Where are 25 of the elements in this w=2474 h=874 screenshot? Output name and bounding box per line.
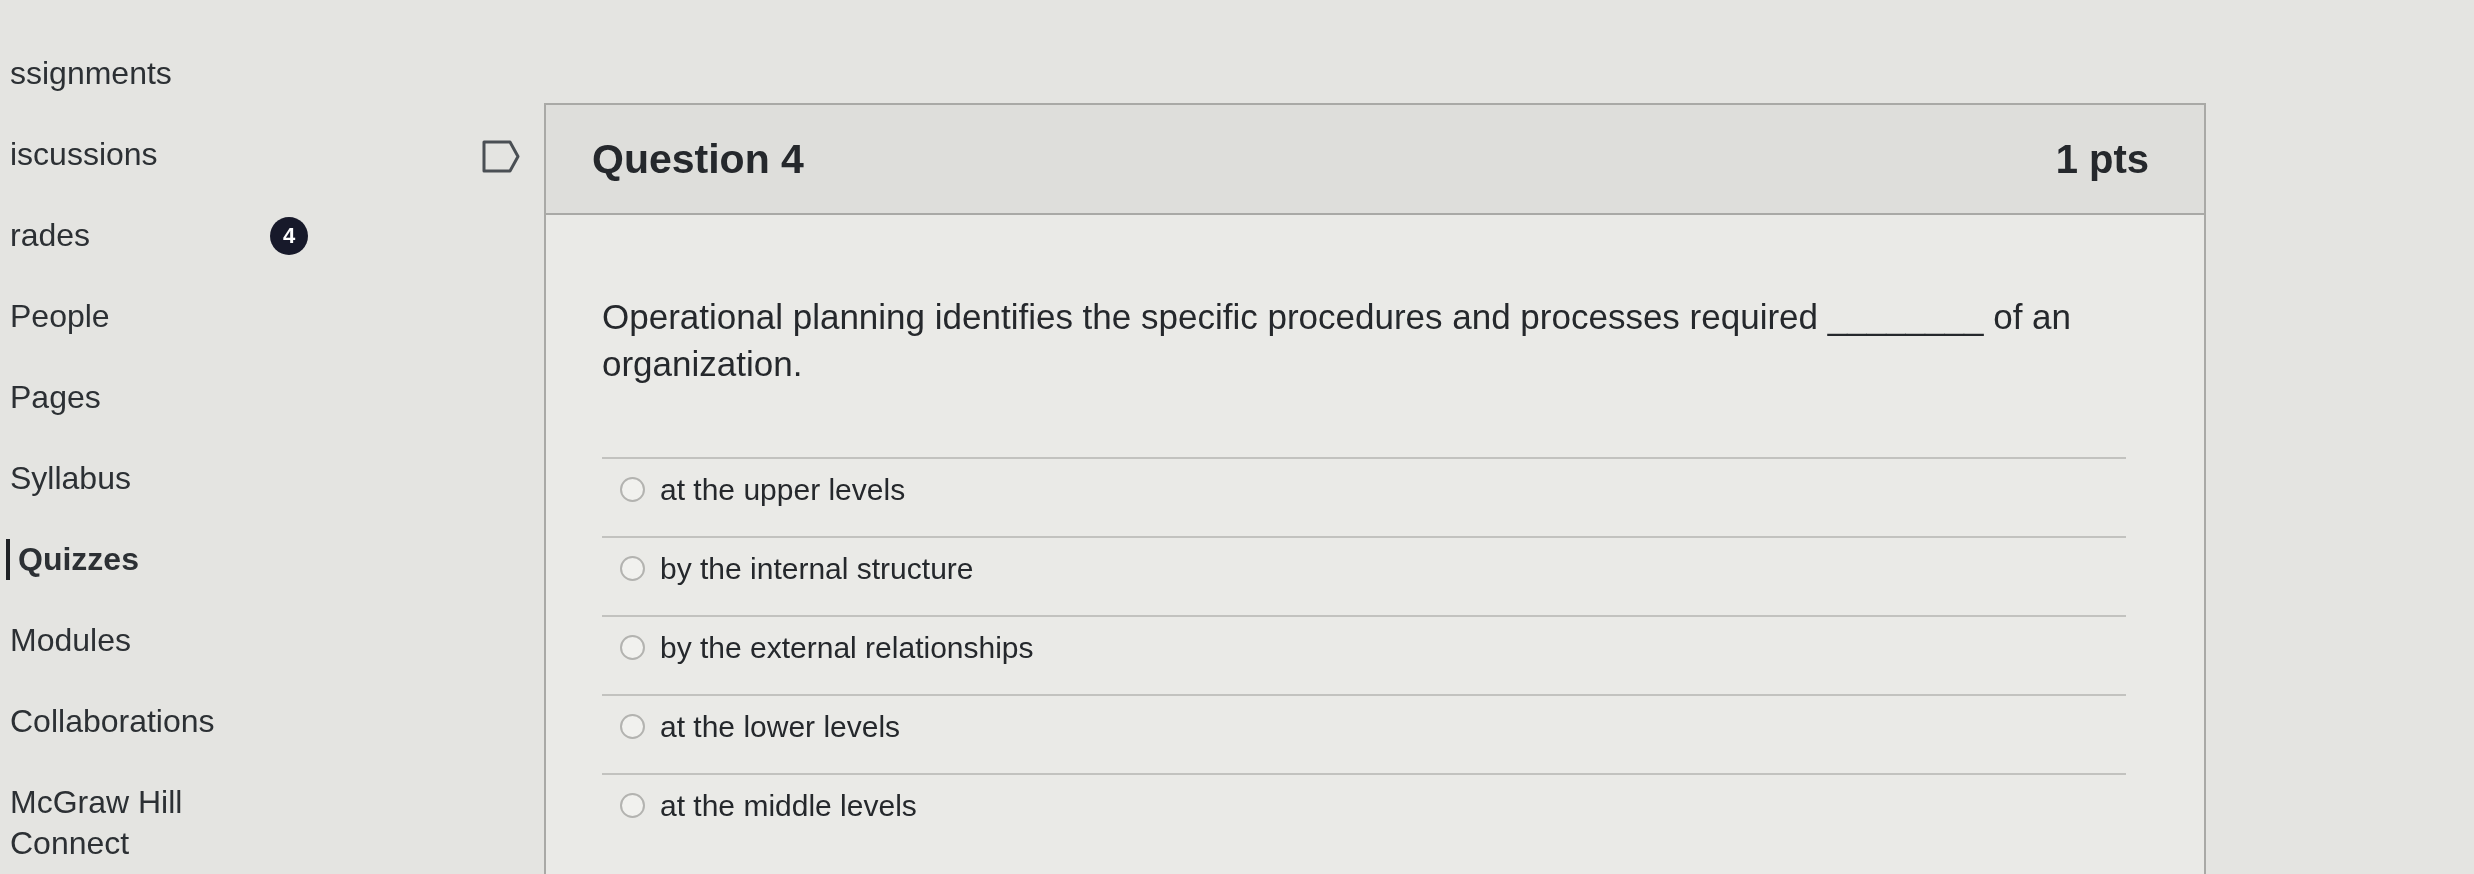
question-text: Operational planning identifies the specific procedures and processes required ________ of an organization.: [602, 296, 2073, 385]
sidebar-item[interactable]: Syllabus: [6, 458, 131, 499]
sidebar-item[interactable]: People: [6, 296, 110, 337]
sidebar-item[interactable]: Collaborations: [6, 701, 215, 742]
answer-label[interactable]: by the external relationships: [660, 629, 1034, 666]
question-title: Question 4: [592, 135, 804, 183]
radio-button[interactable]: [620, 477, 645, 502]
sidebar-item[interactable]: Modules: [6, 620, 131, 661]
radio-button[interactable]: [620, 635, 645, 660]
sidebar-item[interactable]: McGraw Hill Connect: [6, 782, 250, 864]
sidebar-item[interactable]: Quizzes: [6, 539, 139, 580]
radio-button[interactable]: [620, 793, 645, 818]
radio-button[interactable]: [620, 714, 645, 739]
count-badge: 4: [270, 217, 308, 255]
answer-label[interactable]: at the lower levels: [660, 708, 901, 745]
answer-label[interactable]: at the middle levels: [660, 787, 917, 824]
sidebar-item[interactable]: Pages: [6, 377, 101, 418]
sidebar-item[interactable]: rades: [6, 215, 91, 256]
points-label: 1 pts: [2055, 136, 2149, 182]
answer-label[interactable]: at the upper levels: [660, 471, 906, 508]
sidebar-item[interactable]: ssignments: [6, 53, 172, 94]
answer-label[interactable]: by the internal structure: [660, 550, 974, 587]
radio-button[interactable]: [620, 556, 645, 581]
tag-icon[interactable]: [481, 139, 521, 174]
sidebar-item[interactable]: iscussions: [6, 134, 158, 175]
